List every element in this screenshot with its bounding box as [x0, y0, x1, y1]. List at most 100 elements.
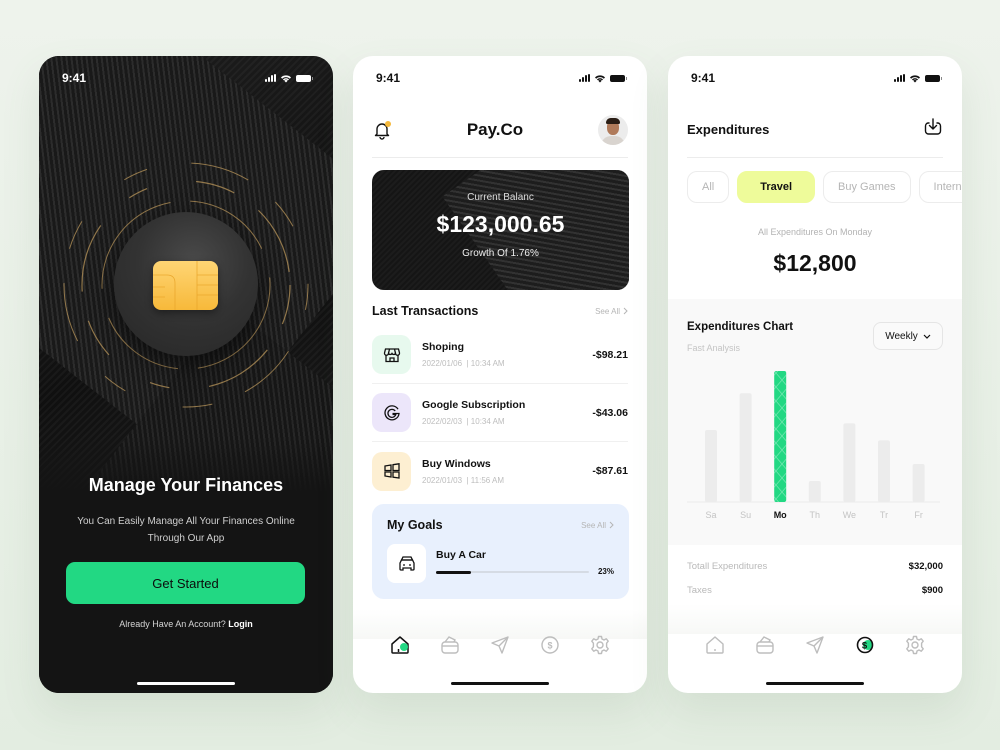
svg-text:$: $	[862, 641, 868, 652]
expenditures-header: Expenditures	[687, 116, 943, 142]
chart-bar-we[interactable]	[843, 423, 856, 502]
dollar-icon: $	[856, 636, 874, 654]
chart-title: Expenditures Chart	[687, 321, 794, 333]
download-button[interactable]	[923, 117, 943, 142]
tab-home[interactable]	[387, 632, 413, 658]
chart-bar-su[interactable]	[739, 393, 752, 502]
login-prompt-text: Already Have An Account?	[119, 619, 226, 629]
get-started-button[interactable]: Get Started	[66, 562, 305, 604]
chevron-right-icon	[609, 521, 614, 529]
tab-dollar[interactable]: $	[537, 632, 563, 658]
chart-bar-sa[interactable]	[705, 429, 717, 502]
transactions-title: Last Transactions	[372, 304, 479, 318]
tab-settings[interactable]	[902, 632, 928, 658]
card-chip-icon	[153, 261, 218, 310]
google-icon	[372, 393, 411, 432]
tab-dollar[interactable]: $	[852, 632, 878, 658]
transactions-list: Shoping 2022/01/06 | 10:34 AM -$98.21 Go…	[372, 326, 628, 500]
home-indicator	[766, 682, 864, 685]
send-icon	[491, 636, 509, 654]
chevron-right-icon	[623, 307, 628, 315]
total-row: Totall Expenditures $32,000	[687, 554, 943, 578]
signal-icon	[894, 74, 905, 82]
balance-label: Current Balanc	[467, 192, 534, 203]
expenditures-bar-chart: Sa Su Mo Th We Tr Fr	[687, 371, 940, 520]
filter-chip-buy-games[interactable]: Buy Games	[823, 171, 911, 203]
transaction-row[interactable]: Google Subscription 2022/02/03 | 10:34 A…	[372, 384, 628, 442]
send-icon	[806, 636, 824, 654]
expenditures-screen: 9:41 Expenditures All Travel Buy Games I…	[668, 56, 962, 693]
chart-bar-th[interactable]	[808, 481, 821, 502]
goals-header: My Goals See All	[387, 518, 614, 532]
chart-bar-tr[interactable]	[878, 440, 890, 502]
home-indicator	[451, 682, 549, 685]
wifi-icon	[910, 74, 920, 82]
balance-growth: Growth Of 1.76%	[462, 248, 539, 259]
tab-wallet[interactable]	[752, 632, 778, 658]
period-dropdown[interactable]: Weekly	[873, 322, 943, 350]
login-link[interactable]: Login	[228, 619, 253, 629]
goals-see-all-link[interactable]: See All	[581, 521, 614, 530]
category-filter-bar: All Travel Buy Games Intern	[687, 171, 962, 203]
transaction-date: 2022/02/03 | 10:34 AM	[422, 417, 505, 426]
login-prompt: Already Have An Account? Login	[39, 619, 333, 629]
home-icon	[391, 636, 409, 654]
transaction-amount: -$98.21	[592, 348, 628, 361]
battery-icon	[296, 74, 313, 82]
period-label: Weekly	[885, 330, 918, 342]
transaction-amount: -$87.61	[592, 465, 628, 477]
tab-home[interactable]	[702, 632, 728, 658]
chart-x-label: Sa	[705, 510, 716, 520]
wallet-icon	[441, 636, 459, 654]
app-header: Pay.Co	[372, 113, 628, 147]
wifi-icon	[595, 74, 605, 82]
signal-icon	[265, 74, 276, 82]
totals-summary: Totall Expenditures $32,000 Taxes $900	[687, 554, 943, 602]
app-brand-title: Pay.Co	[466, 120, 524, 139]
filter-chip-internet[interactable]: Intern	[918, 171, 962, 203]
filter-chip-all[interactable]: All	[687, 171, 730, 203]
transaction-name: Buy Windows	[422, 457, 491, 470]
battery-icon	[610, 74, 627, 82]
subtitle-line: Through Our App	[147, 533, 225, 544]
notification-bell-icon[interactable]	[372, 120, 392, 140]
transaction-name: Google Subscription	[422, 399, 526, 411]
transaction-date: 2022/01/03 | 11:56 AM	[422, 475, 505, 485]
transactions-see-all-link[interactable]: See All	[595, 307, 628, 316]
filter-chip-travel[interactable]: Travel	[737, 171, 816, 203]
tab-wallet[interactable]	[437, 632, 463, 658]
transactions-header: Last Transactions See All	[372, 304, 628, 318]
chart-x-label: Th	[810, 510, 821, 520]
user-avatar[interactable]	[598, 115, 628, 145]
onboarding-subtitle: You Can Easily Manage All Your Finances …	[69, 513, 303, 547]
transaction-row[interactable]: Shoping 2022/01/06 | 10:34 AM -$98.21	[372, 326, 628, 384]
balance-card: Current Balanc $123,000.65 Growth Of 1.7…	[372, 170, 629, 290]
status-bar: 9:41	[691, 70, 942, 86]
tab-send[interactable]	[802, 632, 828, 658]
transaction-name: Shoping	[422, 341, 464, 353]
transaction-row[interactable]: Buy Windows 2022/01/03 | 11:56 AM -$87.6…	[372, 442, 628, 500]
settings-gear-icon	[906, 635, 924, 655]
expenditures-subtitle: All Expenditures On Monday	[757, 227, 873, 237]
chart-bar-fr[interactable]	[912, 464, 925, 502]
chart-x-label: Su	[740, 510, 751, 520]
see-all-label: See All	[581, 520, 606, 530]
tab-send[interactable]	[487, 632, 513, 658]
windows-icon	[372, 451, 411, 491]
goal-name: Buy A Car	[436, 549, 486, 561]
balance-amount: $123,000.65	[436, 211, 565, 237]
status-time: 9:41	[62, 71, 87, 85]
notification-dot	[385, 121, 391, 127]
see-all-label: See All	[595, 306, 620, 316]
chevron-down-icon	[923, 334, 931, 339]
header-divider	[372, 157, 628, 158]
chart-x-label: Tr	[880, 510, 888, 520]
nav-divider	[668, 604, 962, 634]
chart-x-label: Mo	[774, 510, 787, 520]
chart-x-label: We	[843, 510, 856, 520]
store-icon	[372, 335, 411, 374]
car-icon	[387, 544, 426, 583]
onboarding-screen: 9:41 Manage Your Finances You Can Easily…	[39, 56, 333, 693]
total-value: $32,000	[908, 560, 943, 572]
tab-settings[interactable]	[587, 632, 613, 658]
